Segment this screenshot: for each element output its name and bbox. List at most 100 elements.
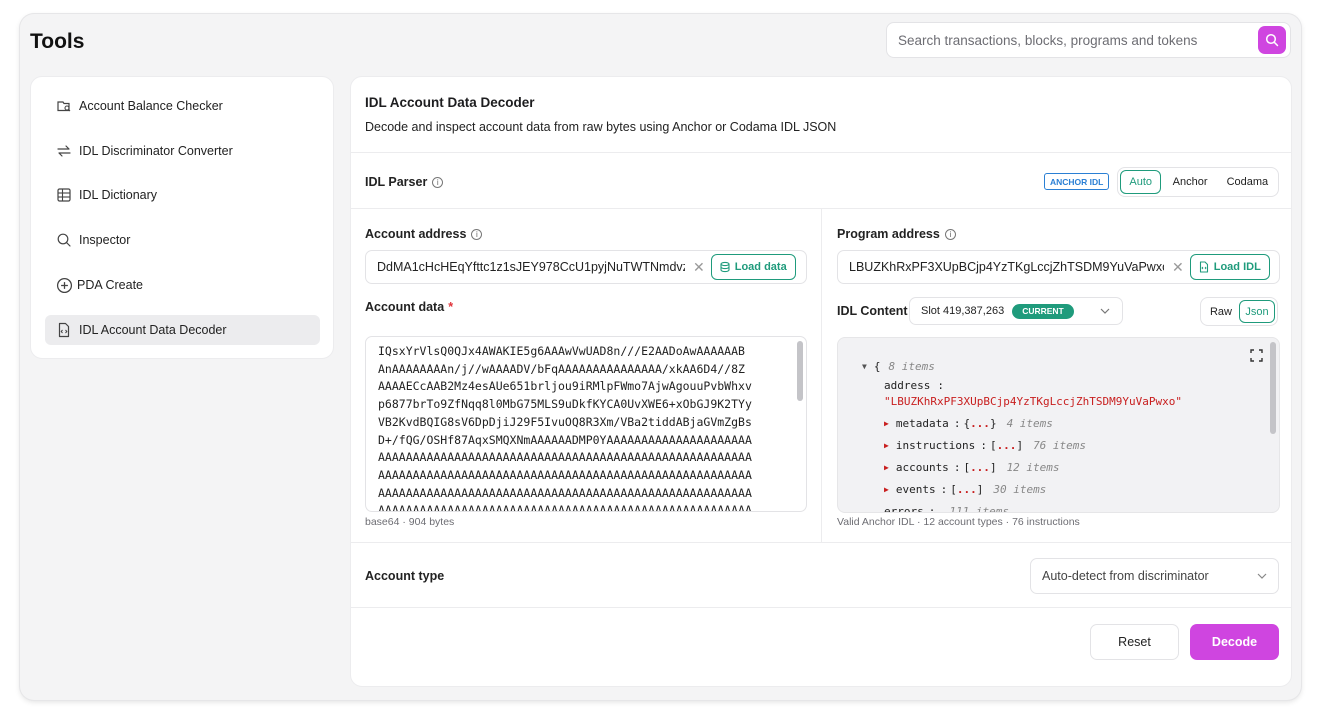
- json-root-brace: {: [873, 360, 881, 373]
- json-events-row[interactable]: ▶ events : [ ... ] 30 items: [884, 483, 1046, 496]
- account-data-label: Account data *: [365, 300, 453, 314]
- idl-status-hint: Valid Anchor IDL · 12 account types · 76…: [837, 516, 1080, 528]
- divider: [351, 542, 1291, 543]
- view-option-json[interactable]: Json: [1239, 300, 1275, 323]
- sidebar-item-label: IDL Account Data Decoder: [79, 323, 227, 337]
- page-title: Tools: [30, 30, 85, 53]
- info-icon[interactable]: i: [944, 228, 956, 240]
- search-input[interactable]: [898, 32, 1258, 48]
- json-root-count: 8 items: [888, 360, 935, 373]
- decoder-panel: IDL Account Data Decoder Decode and insp…: [350, 76, 1292, 687]
- view-option-raw[interactable]: Raw: [1203, 300, 1239, 323]
- parser-option-codama[interactable]: Codama: [1219, 170, 1276, 194]
- program-address-field[interactable]: LBUZKhRxPF3XUpBCjp4YzTKgLccjZhTSDM9YuVaP…: [837, 250, 1280, 284]
- account-type-value: Auto-detect from discriminator: [1042, 569, 1209, 583]
- caret-right-icon[interactable]: ▶: [884, 419, 889, 428]
- load-idl-label: Load IDL: [1213, 261, 1261, 273]
- account-address-input[interactable]: DdMA1cHcHEqYfttc1z1sJEY978CcU1pyjNuTWTNm…: [377, 260, 685, 274]
- json-root-row[interactable]: ▼ { 8 items: [862, 360, 935, 373]
- scrollbar[interactable]: [1270, 342, 1276, 434]
- search-button[interactable]: [1258, 26, 1286, 54]
- program-address-input[interactable]: LBUZKhRxPF3XUpBCjp4YzTKgLccjZhTSDM9YuVaP…: [849, 260, 1164, 274]
- json-colon: :: [928, 505, 936, 513]
- json-open: [: [963, 461, 971, 474]
- json-ellipsis[interactable]: ...: [957, 483, 977, 496]
- idl-parser-label-text: IDL Parser: [365, 175, 428, 189]
- json-count: 12 items: [1006, 461, 1060, 474]
- sidebar-item-label: Inspector: [79, 233, 131, 247]
- app-window: Tools Account Balance Checker IDL Discri…: [20, 14, 1301, 700]
- caret-right-icon[interactable]: ▶: [884, 485, 889, 494]
- json-metadata-row[interactable]: ▶ metadata : { ... } 4 items: [884, 417, 1053, 430]
- search-icon: [55, 231, 73, 249]
- account-data-text[interactable]: IQsxYrVlsQ0QJx4AWAKIE5g6AAAwVwUAD8n///E2…: [366, 337, 806, 511]
- json-colon: :: [940, 483, 948, 496]
- account-address-field[interactable]: DdMA1cHcHEqYfttc1z1sJEY978CcU1pyjNuTWTNm…: [365, 250, 807, 284]
- json-ellipsis[interactable]: ...: [997, 439, 1017, 452]
- account-type-label: Account type: [365, 569, 445, 583]
- account-address-label: Account address i: [365, 227, 483, 241]
- clear-icon[interactable]: ✕: [693, 259, 705, 276]
- json-key: errors: [884, 505, 924, 513]
- json-open: [: [989, 439, 997, 452]
- json-key: instructions: [895, 439, 976, 452]
- account-type-select[interactable]: Auto-detect from discriminator: [1030, 558, 1279, 594]
- json-key: metadata: [895, 417, 949, 430]
- chevron-down-icon: [1100, 308, 1110, 314]
- load-idl-button[interactable]: Load IDL: [1189, 254, 1270, 280]
- parser-option-auto[interactable]: Auto: [1120, 170, 1162, 194]
- json-colon: :: [953, 417, 961, 430]
- json-count: 76 items: [1033, 439, 1087, 452]
- decode-button[interactable]: Decode: [1190, 624, 1279, 660]
- sidebar-item-account-balance-checker[interactable]: Account Balance Checker: [45, 91, 320, 121]
- json-ellipsis[interactable]: ...: [970, 417, 990, 430]
- view-toggle: Raw Json: [1200, 297, 1278, 326]
- idl-json-viewer[interactable]: ▼ { 8 items address : "LBUZKhRxPF3XUpBCj…: [837, 337, 1280, 513]
- json-address-value-row: "LBUZKhRxPF3XUpBCjp4YzTKgLccjZhTSDM9YuVa…: [884, 395, 1182, 408]
- decoder-title: IDL Account Data Decoder: [365, 95, 535, 110]
- account-address-label-text: Account address: [365, 227, 467, 241]
- json-errors-row[interactable]: errors : 111 items: [884, 505, 1009, 513]
- load-data-label: Load data: [734, 261, 787, 273]
- program-address-label: Program address i: [837, 227, 956, 241]
- sidebar-item-label: IDL Discriminator Converter: [79, 144, 233, 158]
- sidebar-item-idl-account-data-decoder[interactable]: IDL Account Data Decoder: [45, 315, 320, 345]
- divider: [351, 607, 1291, 608]
- caret-right-icon[interactable]: ▶: [884, 463, 889, 472]
- account-data-hint: base64 · 904 bytes: [365, 516, 455, 528]
- idl-parser-label: IDL Parser i: [365, 175, 444, 189]
- account-data-textarea[interactable]: IQsxYrVlsQ0QJx4AWAKIE5g6AAAwVwUAD8n///E2…: [365, 336, 807, 512]
- sidebar-item-idl-discriminator-converter[interactable]: IDL Discriminator Converter: [45, 136, 320, 166]
- info-icon[interactable]: i: [471, 228, 483, 240]
- sidebar-item-pda-create[interactable]: PDA Create: [45, 270, 320, 300]
- chevron-down-icon: [1257, 573, 1267, 579]
- parser-option-anchor[interactable]: Anchor: [1161, 170, 1218, 194]
- caret-right-icon[interactable]: ▶: [884, 441, 889, 450]
- sidebar-item-idl-dictionary[interactable]: IDL Dictionary: [45, 180, 320, 210]
- clear-icon[interactable]: ✕: [1172, 259, 1184, 276]
- load-data-button[interactable]: Load data: [710, 254, 796, 280]
- scrollbar[interactable]: [797, 341, 803, 401]
- json-ellipsis[interactable]: ...: [970, 461, 990, 474]
- caret-down-icon[interactable]: ▼: [862, 362, 867, 371]
- sidebar-item-label: Account Balance Checker: [79, 99, 223, 113]
- json-colon: :: [937, 379, 944, 392]
- slot-label: Slot 419,387,263: [921, 305, 1005, 317]
- json-open: [: [950, 483, 957, 496]
- sidebar-item-label: IDL Dictionary: [79, 188, 158, 202]
- database-icon: [719, 261, 731, 273]
- json-colon: :: [980, 439, 987, 452]
- reset-button[interactable]: Reset: [1090, 624, 1179, 660]
- table-grid-icon: [55, 186, 73, 204]
- search-bar[interactable]: [886, 22, 1291, 58]
- sidebar-item-inspector[interactable]: Inspector: [45, 225, 320, 255]
- slot-selector[interactable]: Slot 419,387,263 CURRENT: [909, 297, 1123, 325]
- fullscreen-icon[interactable]: [1250, 349, 1263, 362]
- json-instructions-row[interactable]: ▶ instructions : [ ... ] 76 items: [884, 439, 1086, 452]
- search-icon: [1265, 33, 1279, 47]
- info-icon[interactable]: i: [432, 176, 444, 188]
- json-string-value: "LBUZKhRxPF3XUpBCjp4YzTKgLccjZhTSDM9YuVa…: [884, 395, 1183, 408]
- json-close: ]: [1016, 439, 1024, 452]
- json-close: ]: [976, 483, 984, 496]
- json-accounts-row[interactable]: ▶ accounts : [ ... ] 12 items: [884, 461, 1060, 474]
